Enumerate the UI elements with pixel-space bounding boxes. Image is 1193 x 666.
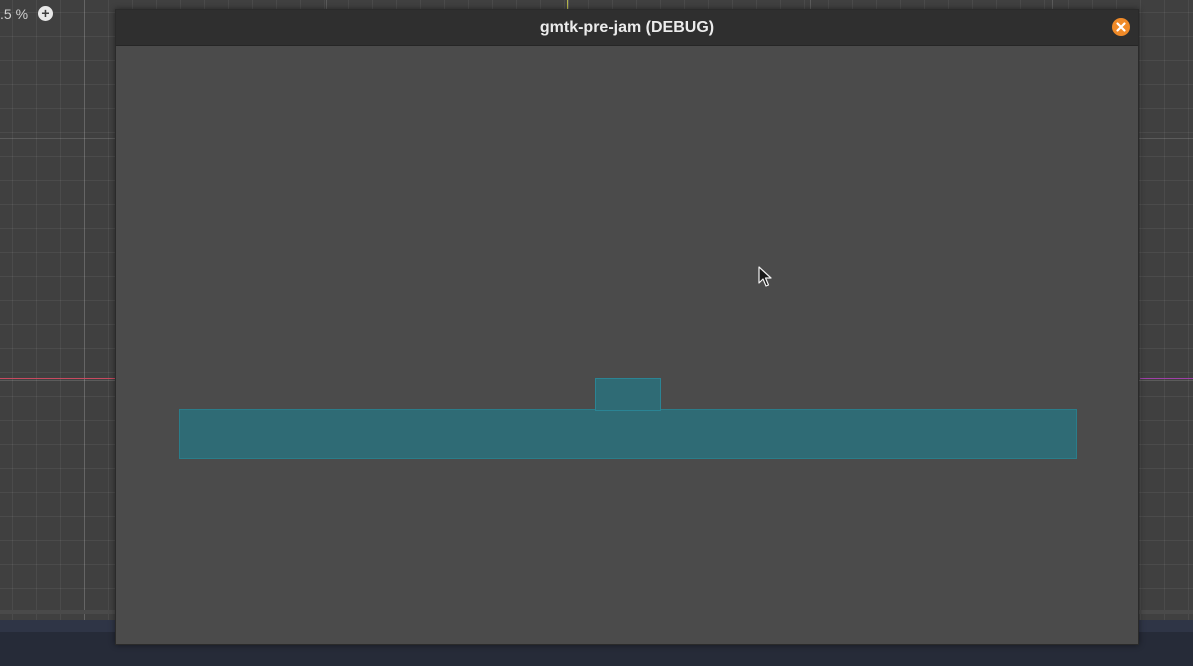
window-titlebar[interactable]: gmtk-pre-jam (DEBUG): [116, 10, 1138, 46]
zoom-level-label: .5 %: [0, 6, 29, 22]
window-title: gmtk-pre-jam (DEBUG): [539, 19, 715, 36]
zoom-in-button[interactable]: +: [38, 6, 53, 21]
close-button[interactable]: [1112, 18, 1130, 36]
close-icon: [1116, 22, 1126, 32]
y-axis-line: [567, 0, 568, 9]
plus-circle-icon: +: [41, 5, 50, 21]
game-window[interactable]: gmtk-pre-jam (DEBUG): [115, 9, 1139, 645]
x-axis-line-right: [1140, 378, 1193, 379]
x-axis-line: [0, 378, 115, 379]
ground-platform: [179, 409, 1077, 459]
player-block: [595, 378, 661, 411]
game-canvas[interactable]: [116, 46, 1138, 644]
